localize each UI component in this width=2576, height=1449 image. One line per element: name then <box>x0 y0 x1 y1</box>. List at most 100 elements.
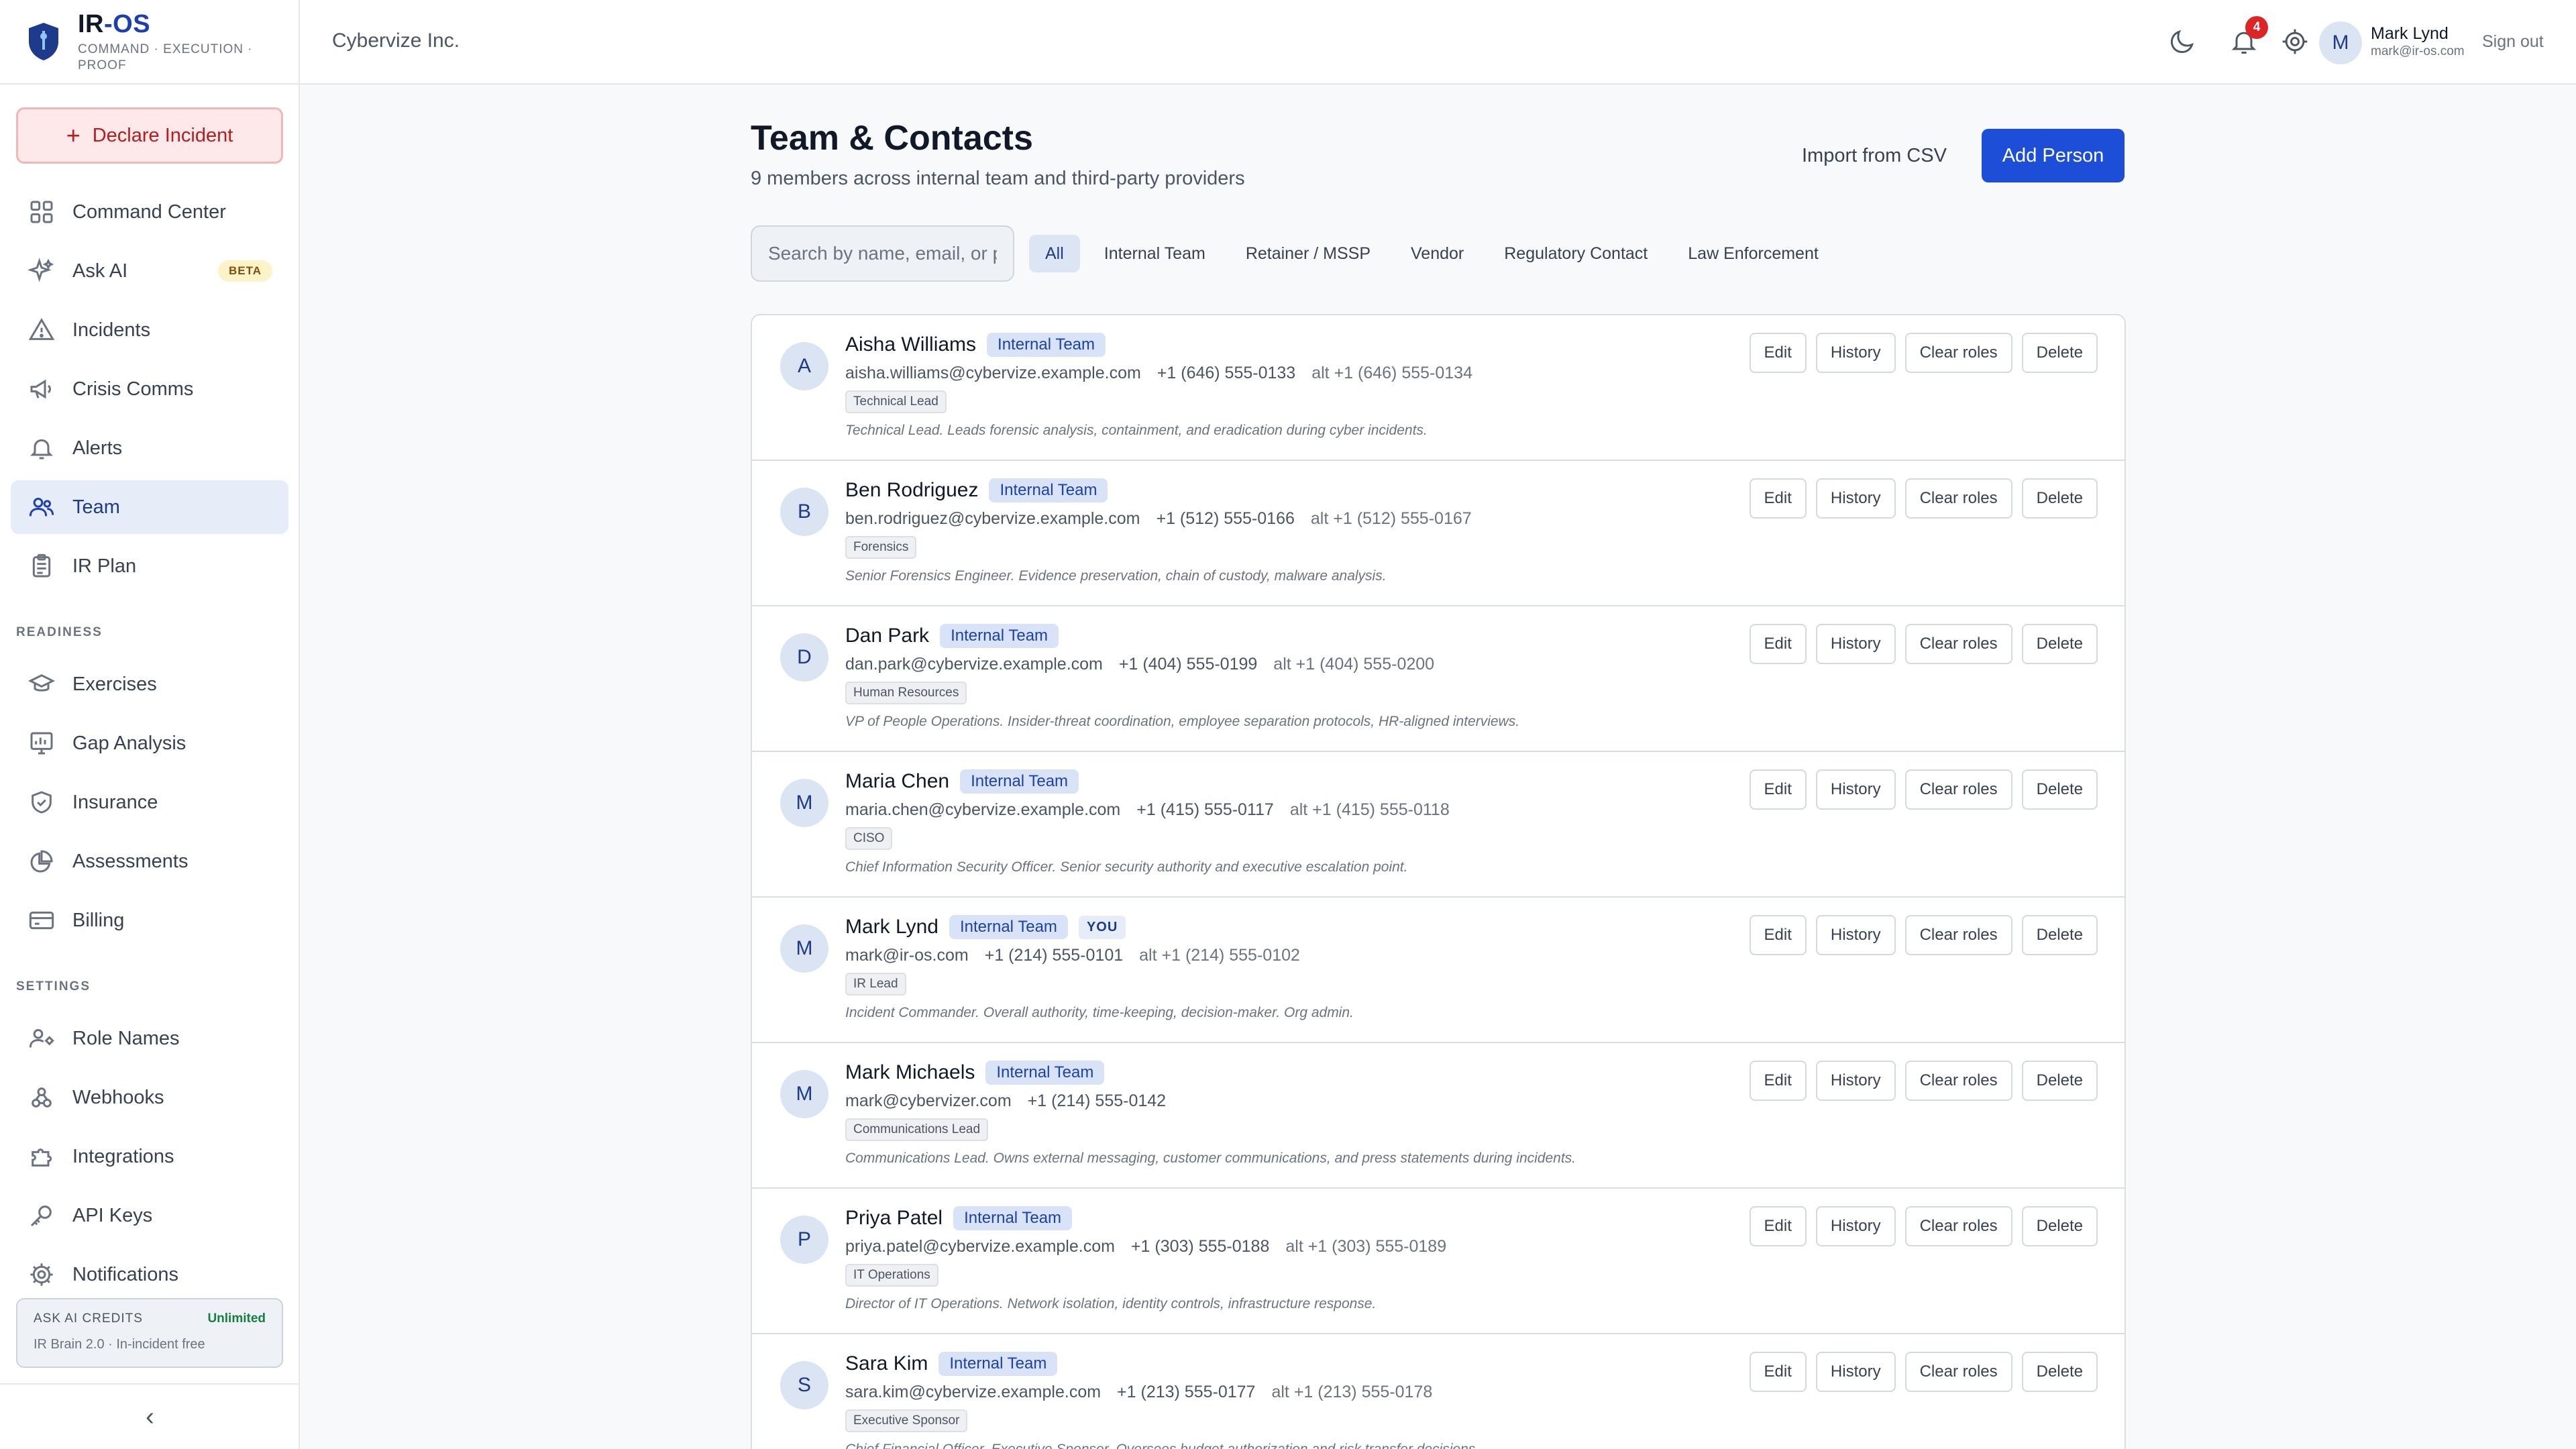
filter-law-enforcement[interactable]: Law Enforcement <box>1672 235 1835 272</box>
people-list: A Aisha Williams Internal Team aisha.wil… <box>751 314 2126 1449</box>
person-description: Chief Information Security Officer. Seni… <box>845 859 1408 875</box>
sidebar-item-command-center[interactable]: Command Center <box>11 185 288 239</box>
edit-button[interactable]: Edit <box>1749 478 1807 519</box>
role-tag: Human Resources <box>845 682 967 704</box>
clear-roles-button[interactable]: Clear roles <box>1904 769 2012 810</box>
delete-button[interactable]: Delete <box>2021 624 2098 664</box>
delete-button[interactable]: Delete <box>2021 1206 2098 1246</box>
history-button[interactable]: History <box>1815 1352 1896 1392</box>
person-email[interactable]: maria.chen@cybervize.example.com <box>845 800 1120 820</box>
add-person-button[interactable]: Add Person <box>1982 129 2125 182</box>
edit-button[interactable]: Edit <box>1749 1061 1807 1101</box>
person-alt-phone[interactable]: alt +1 (214) 555-0102 <box>1139 946 1300 965</box>
sidebar-item-gap-analysis[interactable]: Gap Analysis <box>11 716 288 770</box>
sidebar-item-assessments[interactable]: Assessments <box>11 835 288 888</box>
history-button[interactable]: History <box>1815 1206 1896 1246</box>
delete-button[interactable]: Delete <box>2021 333 2098 373</box>
sidebar-item-crisis-comms[interactable]: Crisis Comms <box>11 362 288 416</box>
history-button[interactable]: History <box>1815 915 1896 955</box>
delete-button[interactable]: Delete <box>2021 769 2098 810</box>
filter-all[interactable]: All <box>1029 235 1080 272</box>
sidebar-item-billing[interactable]: Billing <box>11 894 288 947</box>
edit-button[interactable]: Edit <box>1749 1352 1807 1392</box>
edit-button[interactable]: Edit <box>1749 624 1807 664</box>
person-phone[interactable]: +1 (303) 555-0188 <box>1131 1237 1269 1256</box>
person-avatar: S <box>780 1361 828 1409</box>
clear-roles-button[interactable]: Clear roles <box>1904 1206 2012 1246</box>
clear-roles-button[interactable]: Clear roles <box>1904 915 2012 955</box>
person-phone[interactable]: +1 (646) 555-0133 <box>1157 364 1295 383</box>
edit-button[interactable]: Edit <box>1749 333 1807 373</box>
person-alt-phone[interactable]: alt +1 (415) 555-0118 <box>1290 800 1450 820</box>
filter-vendor[interactable]: Vendor <box>1395 235 1480 272</box>
person-email[interactable]: priya.patel@cybervize.example.com <box>845 1237 1115 1256</box>
person-email[interactable]: aisha.williams@cybervize.example.com <box>845 364 1141 383</box>
sidebar-item-incidents[interactable]: Incidents <box>11 303 288 357</box>
person-alt-phone[interactable]: alt +1 (303) 555-0189 <box>1285 1237 1446 1256</box>
delete-button[interactable]: Delete <box>2021 915 2098 955</box>
edit-button[interactable]: Edit <box>1749 1206 1807 1246</box>
person-name: Sara Kim <box>845 1352 928 1375</box>
sidebar-item-webhooks[interactable]: Webhooks <box>11 1071 288 1124</box>
declare-incident-button[interactable]: + Declare Incident <box>16 107 283 164</box>
delete-button[interactable]: Delete <box>2021 1352 2098 1392</box>
search-input[interactable] <box>751 225 1014 282</box>
user-email: mark@ir-os.com <box>2371 44 2465 58</box>
import-csv-button[interactable]: Import from CSV <box>1786 129 1963 182</box>
edit-button[interactable]: Edit <box>1749 915 1807 955</box>
person-email[interactable]: ben.rodriguez@cybervize.example.com <box>845 509 1140 529</box>
history-button[interactable]: History <box>1815 624 1896 664</box>
person-row: D Dan Park Internal Team dan.park@cyberv… <box>752 606 2125 752</box>
clear-roles-button[interactable]: Clear roles <box>1904 1352 2012 1392</box>
sign-out-link[interactable]: Sign out <box>2482 32 2544 52</box>
history-button[interactable]: History <box>1815 478 1896 519</box>
person-email[interactable]: dan.park@cybervize.example.com <box>845 655 1103 674</box>
sidebar-item-integrations[interactable]: Integrations <box>11 1130 288 1183</box>
main-nav: Command Center Ask AI BETA Incidents Cri… <box>11 185 288 598</box>
person-alt-phone[interactable]: alt +1 (213) 555-0178 <box>1271 1383 1432 1402</box>
collapse-sidebar-button[interactable]: ‹ <box>0 1383 300 1449</box>
history-button[interactable]: History <box>1815 1061 1896 1101</box>
person-email[interactable]: sara.kim@cybervize.example.com <box>845 1383 1101 1402</box>
person-phone[interactable]: +1 (214) 555-0142 <box>1028 1091 1166 1111</box>
filter-regulatory-contact[interactable]: Regulatory Contact <box>1488 235 1664 272</box>
person-phone[interactable]: +1 (404) 555-0199 <box>1119 655 1257 674</box>
clear-roles-button[interactable]: Clear roles <box>1904 478 2012 519</box>
history-button[interactable]: History <box>1815 333 1896 373</box>
person-phone[interactable]: +1 (213) 555-0177 <box>1117 1383 1255 1402</box>
filter-retainer-mssp[interactable]: Retainer / MSSP <box>1230 235 1387 272</box>
person-phone[interactable]: +1 (214) 555-0101 <box>985 946 1123 965</box>
clear-roles-button[interactable]: Clear roles <box>1904 333 2012 373</box>
sidebar-item-ir-plan[interactable]: IR Plan <box>11 539 288 593</box>
person-alt-phone[interactable]: alt +1 (404) 555-0200 <box>1273 655 1434 674</box>
history-button[interactable]: History <box>1815 769 1896 810</box>
user-avatar[interactable]: M <box>2319 21 2362 64</box>
person-alt-phone[interactable]: alt +1 (512) 555-0167 <box>1311 509 1472 529</box>
clear-roles-button[interactable]: Clear roles <box>1904 1061 2012 1101</box>
edit-button[interactable]: Edit <box>1749 769 1807 810</box>
delete-button[interactable]: Delete <box>2021 1061 2098 1101</box>
card-icon <box>29 911 54 930</box>
sidebar-item-api-keys[interactable]: API Keys <box>11 1189 288 1242</box>
sidebar-item-exercises[interactable]: Exercises <box>11 657 288 711</box>
person-email[interactable]: mark@ir-os.com <box>845 946 969 965</box>
delete-button[interactable]: Delete <box>2021 478 2098 519</box>
sidebar-item-role-names[interactable]: Role Names <box>11 1012 288 1065</box>
sidebar-item-alerts[interactable]: Alerts <box>11 421 288 475</box>
sidebar-item-notifications[interactable]: Notifications <box>11 1248 288 1301</box>
sidebar-item-label: Webhooks <box>72 1086 164 1108</box>
gear-icon[interactable] <box>2280 27 2310 56</box>
sidebar-item-ask-ai[interactable]: Ask AI BETA <box>11 244 288 298</box>
row-actions: Edit History Clear roles Delete <box>1749 915 2098 955</box>
clear-roles-button[interactable]: Clear roles <box>1904 624 2012 664</box>
person-alt-phone[interactable]: alt +1 (646) 555-0134 <box>1311 364 1472 383</box>
moon-icon[interactable] <box>2167 27 2197 56</box>
org-name[interactable]: Cybervize Inc. <box>332 30 460 52</box>
person-email[interactable]: mark@cybervizer.com <box>845 1091 1012 1111</box>
person-phone[interactable]: +1 (415) 555-0117 <box>1136 800 1274 820</box>
filter-internal-team[interactable]: Internal Team <box>1088 235 1222 272</box>
sidebar-item-insurance[interactable]: Insurance <box>11 775 288 829</box>
sidebar-item-team[interactable]: Team <box>11 480 288 534</box>
person-phone[interactable]: +1 (512) 555-0166 <box>1156 509 1294 529</box>
brand[interactable]: IR-OS COMMAND · EXECUTION · PROOF <box>0 0 299 85</box>
